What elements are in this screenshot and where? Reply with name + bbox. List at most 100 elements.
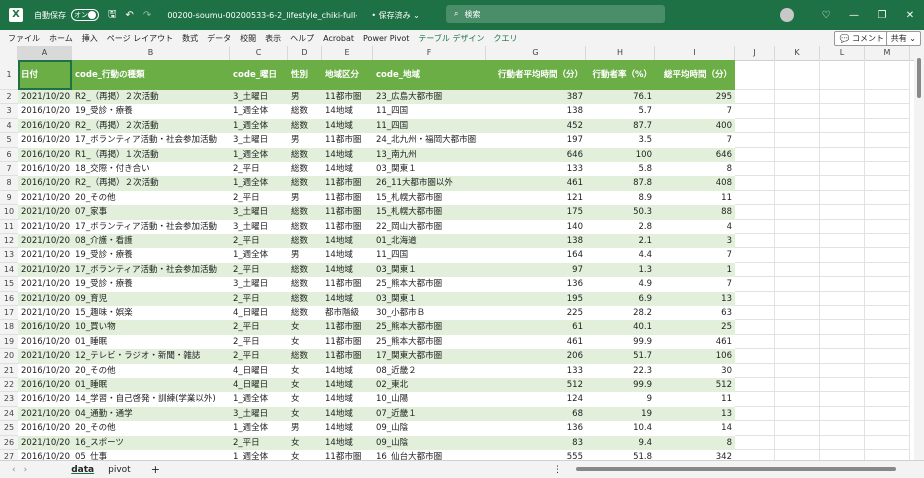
table-cell[interactable]: 女 bbox=[288, 435, 322, 450]
empty-cell[interactable] bbox=[775, 176, 820, 191]
horizontal-scrollbar[interactable] bbox=[570, 466, 910, 472]
empty-cell[interactable] bbox=[820, 349, 865, 364]
table-cell[interactable]: 2016/10/20 bbox=[18, 176, 72, 191]
table-cell[interactable]: 総数 bbox=[288, 291, 322, 306]
row-header[interactable]: 23 bbox=[0, 392, 18, 407]
empty-cell[interactable] bbox=[865, 248, 910, 263]
table-cell[interactable]: 18_交際・付き合い bbox=[72, 162, 230, 177]
empty-cell[interactable] bbox=[820, 190, 865, 206]
row-header[interactable]: 11 bbox=[0, 219, 18, 234]
table-cell[interactable]: 63 bbox=[655, 306, 735, 321]
table-cell[interactable]: 都市階級 bbox=[322, 306, 373, 321]
empty-cell[interactable] bbox=[735, 60, 775, 90]
empty-cell[interactable] bbox=[820, 320, 865, 335]
empty-cell[interactable] bbox=[775, 248, 820, 263]
table-cell[interactable]: 9.4 bbox=[586, 435, 655, 450]
empty-cell[interactable] bbox=[820, 234, 865, 249]
row-header[interactable]: 12 bbox=[0, 234, 18, 249]
table-cell[interactable]: 14地域 bbox=[322, 406, 373, 422]
empty-cell[interactable] bbox=[865, 378, 910, 393]
table-cell[interactable]: 20_その他 bbox=[72, 421, 230, 436]
table-cell[interactable]: 97 bbox=[486, 262, 586, 278]
row-header[interactable]: 13 bbox=[0, 248, 18, 263]
search-box[interactable]: ⌕ 検索 bbox=[446, 5, 665, 23]
table-cell[interactable]: 女 bbox=[288, 378, 322, 393]
table-cell[interactable]: 400 bbox=[655, 118, 735, 134]
row-header[interactable]: 19 bbox=[0, 334, 18, 350]
menu-item-9[interactable]: Acrobat bbox=[323, 34, 354, 43]
table-cell[interactable]: 2016/10/20 bbox=[18, 133, 72, 148]
table-cell[interactable]: 13 bbox=[655, 406, 735, 422]
row-header[interactable]: 4 bbox=[0, 118, 18, 134]
table-header-cell[interactable]: 行動者率（%） bbox=[586, 60, 655, 90]
table-cell[interactable]: 女 bbox=[288, 334, 322, 350]
table-cell[interactable]: 2021/10/20 bbox=[18, 248, 72, 263]
table-cell[interactable]: 4.9 bbox=[586, 277, 655, 292]
table-cell[interactable]: 2016/10/20 bbox=[18, 363, 72, 378]
table-cell[interactable]: 22.3 bbox=[586, 363, 655, 378]
table-cell[interactable]: 30 bbox=[655, 363, 735, 378]
empty-cell[interactable] bbox=[820, 60, 865, 90]
menu-item-8[interactable]: ヘルプ bbox=[290, 33, 314, 44]
table-cell[interactable]: 12_テレビ・ラジオ・新聞・雑誌 bbox=[72, 349, 230, 364]
table-cell[interactable]: 11都市圏 bbox=[322, 176, 373, 191]
table-cell[interactable]: 2021/10/20 bbox=[18, 190, 72, 206]
empty-cell[interactable] bbox=[735, 219, 775, 234]
table-cell[interactable]: 4_日曜日 bbox=[230, 363, 288, 378]
table-cell[interactable]: 9 bbox=[586, 392, 655, 407]
empty-cell[interactable] bbox=[820, 262, 865, 278]
table-cell[interactable]: 14地域 bbox=[322, 104, 373, 119]
row-header[interactable]: 14 bbox=[0, 262, 18, 278]
table-header-cell[interactable]: 行動者平均時間（分） bbox=[486, 60, 586, 90]
table-cell[interactable]: 76.1 bbox=[586, 90, 655, 105]
table-cell[interactable]: 15_札幌大都市圏 bbox=[373, 190, 486, 206]
table-cell[interactable]: 24_北九州・福岡大都市圏 bbox=[373, 133, 486, 148]
table-header-cell[interactable]: code_行動の種類 bbox=[72, 60, 230, 90]
table-cell[interactable]: 295 bbox=[655, 90, 735, 105]
table-cell[interactable]: 8 bbox=[655, 162, 735, 177]
table-cell[interactable]: 2016/10/20 bbox=[18, 147, 72, 162]
empty-cell[interactable] bbox=[865, 291, 910, 306]
table-cell[interactable]: 7 bbox=[655, 133, 735, 148]
empty-cell[interactable] bbox=[775, 90, 820, 105]
empty-cell[interactable] bbox=[735, 205, 775, 220]
table-cell[interactable]: 総数 bbox=[288, 147, 322, 162]
table-cell[interactable]: 11都市圏 bbox=[322, 334, 373, 350]
menu-tool-item-0[interactable]: テーブル デザイン bbox=[418, 33, 484, 44]
table-cell[interactable]: 総数 bbox=[288, 219, 322, 234]
table-cell[interactable]: 2016/10/20 bbox=[18, 421, 72, 436]
empty-cell[interactable] bbox=[865, 421, 910, 436]
avatar[interactable] bbox=[780, 8, 794, 22]
table-cell[interactable]: 2021/10/20 bbox=[18, 262, 72, 278]
table-cell[interactable]: 2021/10/20 bbox=[18, 234, 72, 249]
table-cell[interactable]: R1_（再掲）１次活動 bbox=[72, 147, 230, 162]
row-header[interactable]: 5 bbox=[0, 133, 18, 148]
table-cell[interactable]: 1_週全体 bbox=[230, 147, 288, 162]
table-cell[interactable]: 11_四国 bbox=[373, 248, 486, 263]
empty-cell[interactable] bbox=[865, 176, 910, 191]
table-cell[interactable]: 1 bbox=[655, 262, 735, 278]
column-header-G[interactable]: G bbox=[486, 46, 586, 60]
table-cell[interactable]: 461 bbox=[486, 334, 586, 350]
table-cell[interactable]: 11都市圏 bbox=[322, 277, 373, 292]
table-cell[interactable]: 2_平日 bbox=[230, 234, 288, 249]
table-cell[interactable]: 1_週全体 bbox=[230, 118, 288, 134]
table-cell[interactable]: 19 bbox=[586, 406, 655, 422]
table-cell[interactable]: 2021/10/20 bbox=[18, 435, 72, 450]
table-cell[interactable]: 25_熊本大都市圏 bbox=[373, 334, 486, 350]
empty-cell[interactable] bbox=[820, 118, 865, 134]
prev-sheet-icon[interactable]: ‹ bbox=[12, 465, 16, 475]
table-cell[interactable]: 15_札幌大都市圏 bbox=[373, 205, 486, 220]
table-cell[interactable]: 01_北海道 bbox=[373, 234, 486, 249]
empty-cell[interactable] bbox=[865, 90, 910, 105]
table-cell[interactable]: 14地域 bbox=[322, 363, 373, 378]
sheet-tab-pivot[interactable]: pivot bbox=[108, 465, 131, 475]
empty-cell[interactable] bbox=[865, 147, 910, 162]
table-cell[interactable]: 2016/10/20 bbox=[18, 334, 72, 350]
table-cell[interactable]: 総数 bbox=[288, 262, 322, 278]
share-button[interactable]: 共有 ⌄ bbox=[885, 31, 921, 46]
empty-cell[interactable] bbox=[865, 190, 910, 206]
empty-cell[interactable] bbox=[775, 190, 820, 206]
empty-cell[interactable] bbox=[735, 363, 775, 378]
table-cell[interactable]: 15_趣味・娯楽 bbox=[72, 306, 230, 321]
